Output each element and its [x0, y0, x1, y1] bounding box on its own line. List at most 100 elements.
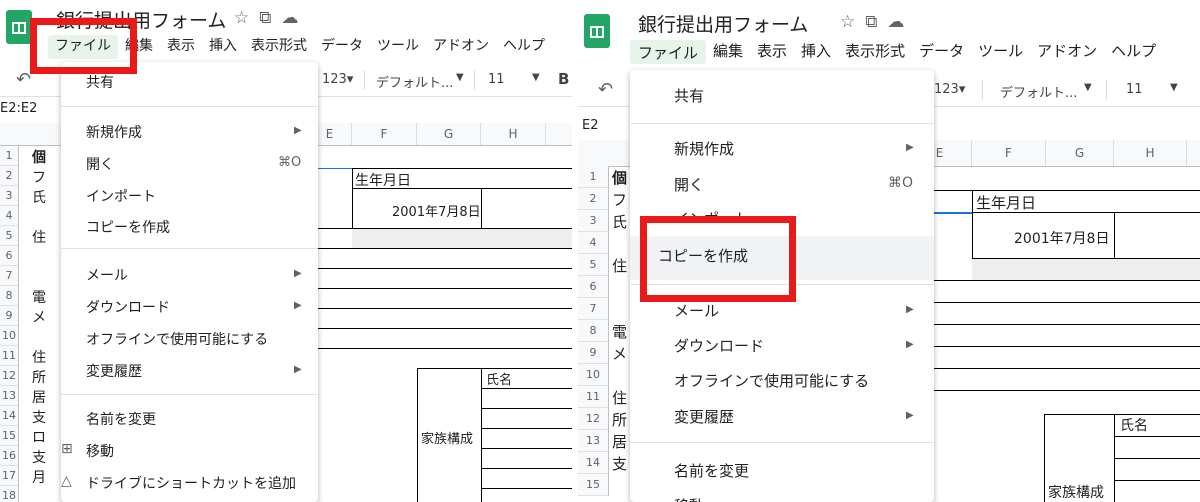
menu-data[interactable]: データ	[314, 35, 370, 59]
menu-file[interactable]: ファイル	[630, 40, 707, 64]
menu-item-open[interactable]: 開く ⌘O	[61, 154, 318, 174]
chevron-down-icon[interactable]: ▼	[1084, 82, 1092, 93]
bold-button[interactable]: B	[558, 70, 569, 88]
menu-data[interactable]: データ	[912, 40, 971, 64]
row-header[interactable]: 13	[0, 386, 18, 406]
row-header[interactable]: 6	[0, 246, 18, 266]
menu-item-move[interactable]: 移動	[630, 495, 934, 502]
row-header[interactable]: 15	[0, 426, 18, 446]
birthdate-value-cell[interactable]: 2001年7月8日	[1014, 228, 1109, 248]
menu-insert[interactable]: 挿入	[794, 40, 838, 64]
row-label-cell[interactable]: 居	[32, 387, 46, 407]
row-header[interactable]: 8	[0, 286, 18, 306]
row-header[interactable]: 10	[0, 326, 18, 346]
menu-item-offline[interactable]: オフラインで使用可能にする	[630, 370, 934, 392]
row-label-cell[interactable]: 個	[32, 147, 46, 167]
menu-item-move[interactable]: ⊞ 移動	[61, 441, 318, 461]
menu-item-version-history[interactable]: 変更履歴 ▶	[630, 406, 934, 428]
birthdate-label-cell[interactable]: 生年月日	[355, 170, 411, 190]
row-header[interactable]: 7	[578, 298, 608, 320]
row-header[interactable]: 2	[578, 188, 608, 210]
row-label-cell[interactable]: 電	[612, 321, 627, 342]
menu-item-open[interactable]: 開く ⌘O	[630, 174, 934, 196]
menu-format[interactable]: 表示形式	[838, 40, 912, 64]
chevron-down-icon[interactable]: ▼	[532, 72, 540, 83]
row-label-cell[interactable]: 氏	[32, 187, 46, 207]
row-header[interactable]: 2	[0, 166, 18, 186]
menu-item-rename[interactable]: 名前を変更	[630, 460, 934, 482]
column-header[interactable]: H	[481, 123, 546, 145]
row-header[interactable]: 9	[0, 306, 18, 326]
row-label-cell[interactable]: 所	[612, 409, 627, 430]
row-header[interactable]: 10	[578, 364, 608, 386]
row-header[interactable]: 12	[0, 366, 18, 386]
menu-item-download[interactable]: ダウンロード ▶	[630, 335, 934, 357]
row-header[interactable]: 11	[578, 386, 608, 408]
row-header[interactable]: 5	[578, 254, 608, 276]
row-label-cell[interactable]: 居	[612, 431, 627, 452]
row-label-cell[interactable]: メ	[32, 307, 46, 327]
column-header[interactable]: G	[1046, 140, 1114, 166]
row-label-cell[interactable]: 住	[32, 227, 46, 247]
move-folder-icon[interactable]: ⧉	[865, 12, 887, 32]
row-header[interactable]: 7	[0, 266, 18, 286]
menu-view[interactable]: 表示	[750, 40, 794, 64]
row-label-cell[interactable]: 所	[32, 367, 46, 387]
row-label-cell[interactable]: 支	[612, 453, 627, 474]
row-header[interactable]: 6	[578, 276, 608, 298]
row-header[interactable]: 4	[578, 232, 608, 254]
name-label-cell[interactable]: 氏名	[1120, 415, 1148, 435]
row-label-cell[interactable]: 住	[32, 347, 46, 367]
menu-view[interactable]: 表示	[160, 35, 202, 59]
birthdate-label-cell[interactable]: 生年月日	[976, 192, 1036, 213]
menu-item-share[interactable]: 共有	[61, 72, 318, 92]
document-title[interactable]: 銀行提出用フォーム	[638, 10, 808, 37]
star-icon[interactable]: ☆	[840, 12, 865, 32]
row-header[interactable]: 5	[0, 226, 18, 246]
chevron-down-icon[interactable]: ▼	[1170, 82, 1178, 93]
menu-help[interactable]: ヘルプ	[496, 35, 552, 59]
row-label-cell[interactable]: 個	[612, 167, 627, 188]
move-folder-icon[interactable]: ⧉	[259, 8, 281, 28]
chevron-down-icon[interactable]: ▼	[456, 72, 464, 83]
menu-format[interactable]: 表示形式	[244, 35, 314, 59]
menu-help[interactable]: ヘルプ	[1104, 40, 1163, 64]
row-header[interactable]: 14	[0, 406, 18, 426]
name-box[interactable]: E2:E2	[0, 101, 37, 116]
row-header[interactable]: 14	[578, 452, 608, 474]
row-label-cell[interactable]: ロ	[32, 427, 46, 447]
row-header[interactable]: 4	[0, 206, 18, 226]
row-header[interactable]: 13	[578, 430, 608, 452]
menu-item-offline[interactable]: オフラインで使用可能にする	[61, 329, 318, 349]
family-label-cell[interactable]: 家族構成	[1048, 482, 1104, 502]
row-label-cell[interactable]: フ	[612, 189, 627, 210]
menu-item-email[interactable]: メール ▶	[61, 265, 318, 285]
row-header[interactable]: 11	[0, 346, 18, 366]
row-label-cell[interactable]: フ	[32, 167, 46, 187]
family-label-cell[interactable]: 家族構成	[421, 428, 473, 447]
row-label-cell[interactable]: メ	[612, 343, 627, 364]
menu-insert[interactable]: 挿入	[202, 35, 244, 59]
row-header[interactable]: 18	[0, 486, 18, 502]
menu-item-version-history[interactable]: 変更履歴 ▶	[61, 361, 318, 381]
menu-item-share[interactable]: 共有	[630, 85, 934, 107]
row-label-cell[interactable]: 支	[32, 447, 46, 467]
row-label-cell[interactable]: 氏	[612, 211, 627, 232]
row-header[interactable]: 1	[578, 166, 608, 188]
row-header[interactable]: 1	[0, 146, 18, 166]
font-family-select[interactable]: デフォルト...	[1000, 82, 1077, 101]
row-label-cell[interactable]: 支	[32, 407, 46, 427]
row-header[interactable]: 12	[578, 408, 608, 430]
menu-item-new[interactable]: 新規作成 ▶	[61, 122, 318, 142]
menu-item-rename[interactable]: 名前を変更	[61, 409, 318, 429]
font-size-select[interactable]: 11	[1126, 82, 1143, 97]
row-header[interactable]: 15	[578, 474, 608, 496]
name-label-cell[interactable]: 氏名	[486, 369, 512, 388]
birthdate-value-cell[interactable]: 2001年7月8日	[392, 201, 481, 220]
column-header[interactable]: F	[972, 140, 1046, 166]
row-label-cell[interactable]: 住	[612, 255, 627, 276]
menu-tools[interactable]: ツール	[370, 35, 426, 59]
font-family-select[interactable]: デフォルト...	[376, 72, 453, 91]
row-label-cell[interactable]: 月	[32, 467, 46, 487]
star-icon[interactable]: ☆	[234, 8, 259, 28]
